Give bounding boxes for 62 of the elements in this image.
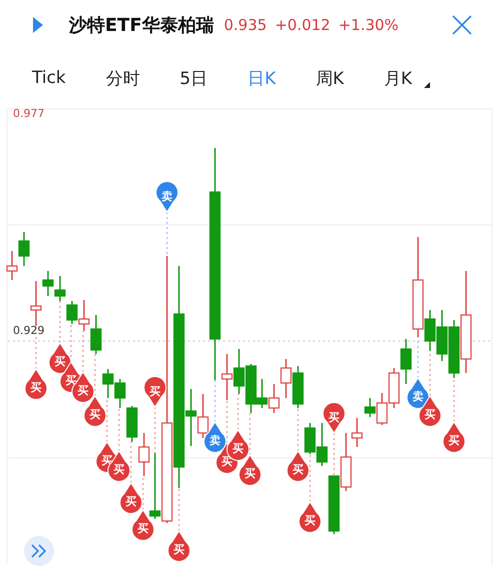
- buy-marker[interactable]: 买: [286, 450, 310, 482]
- buy-marker[interactable]: 买: [168, 530, 190, 562]
- price: 0.935: [224, 16, 267, 34]
- corner-triangle-icon[interactable]: [424, 82, 430, 88]
- candlestick: [78, 300, 90, 331]
- candlestick: [114, 379, 126, 408]
- play-icon[interactable]: [33, 17, 43, 33]
- candlestick: [268, 384, 280, 413]
- candlestick: [90, 315, 102, 354]
- scroll-forward-button[interactable]: [24, 536, 54, 566]
- buy-marker[interactable]: 买: [238, 454, 262, 486]
- sell-marker[interactable]: 卖: [204, 422, 226, 453]
- buy-marker[interactable]: 买: [298, 502, 322, 533]
- candlestick: [102, 369, 114, 398]
- leader-line: [178, 488, 180, 532]
- buy-marker[interactable]: 买: [442, 422, 466, 453]
- leader-line: [82, 330, 84, 372]
- buy-marker[interactable]: 买: [120, 482, 142, 514]
- buy-marker[interactable]: 买: [132, 510, 154, 541]
- candlestick: [197, 394, 209, 438]
- period-tab[interactable]: 分时: [96, 62, 150, 94]
- period-tab[interactable]: Tick: [22, 64, 76, 92]
- leader-line: [130, 442, 132, 484]
- leader-line: [142, 476, 144, 510]
- double-chevron-icon: [30, 543, 48, 559]
- candlestick: [304, 423, 316, 454]
- axis-label: 0.977: [13, 107, 44, 120]
- candlestick: [6, 251, 18, 280]
- leader-line: [154, 406, 156, 454]
- candlestick: [292, 366, 304, 408]
- candlestick: [126, 406, 138, 442]
- leader-line: [166, 212, 168, 256]
- period-tab[interactable]: 月K: [374, 62, 422, 94]
- change-percent: +1.30%: [338, 16, 399, 34]
- leader-line: [106, 398, 108, 442]
- price-change: +0.012: [274, 16, 330, 34]
- buy-marker[interactable]: 买: [84, 396, 106, 427]
- leader-line: [94, 354, 96, 396]
- buy-marker[interactable]: 买: [144, 376, 166, 408]
- leader-line: [118, 408, 120, 452]
- leader-line: [70, 324, 72, 362]
- candlestick: [400, 339, 412, 384]
- candlestick: [66, 301, 78, 324]
- candlestick: [280, 359, 292, 398]
- buy-marker[interactable]: 买: [24, 368, 48, 400]
- candlestick: [18, 232, 30, 266]
- close-icon[interactable]: [452, 15, 472, 35]
- axis-label: 0.929: [13, 324, 44, 337]
- candlestick: [54, 276, 66, 301]
- period-tab[interactable]: 周K: [306, 62, 354, 94]
- candlestick: [328, 475, 340, 534]
- leader-line: [226, 400, 228, 444]
- buy-marker[interactable]: 买: [322, 402, 346, 434]
- candlestick: [436, 310, 448, 361]
- leader-line: [214, 380, 216, 422]
- candlestick: [316, 423, 328, 466]
- candlestick: [388, 368, 400, 408]
- fund-title: 沙特ETF华泰柏瑞: [69, 14, 214, 37]
- period-tab[interactable]: 5日: [170, 62, 218, 94]
- candlestick: [233, 349, 245, 394]
- sell-marker[interactable]: 卖: [156, 181, 178, 212]
- period-tab[interactable]: 日K: [238, 62, 286, 94]
